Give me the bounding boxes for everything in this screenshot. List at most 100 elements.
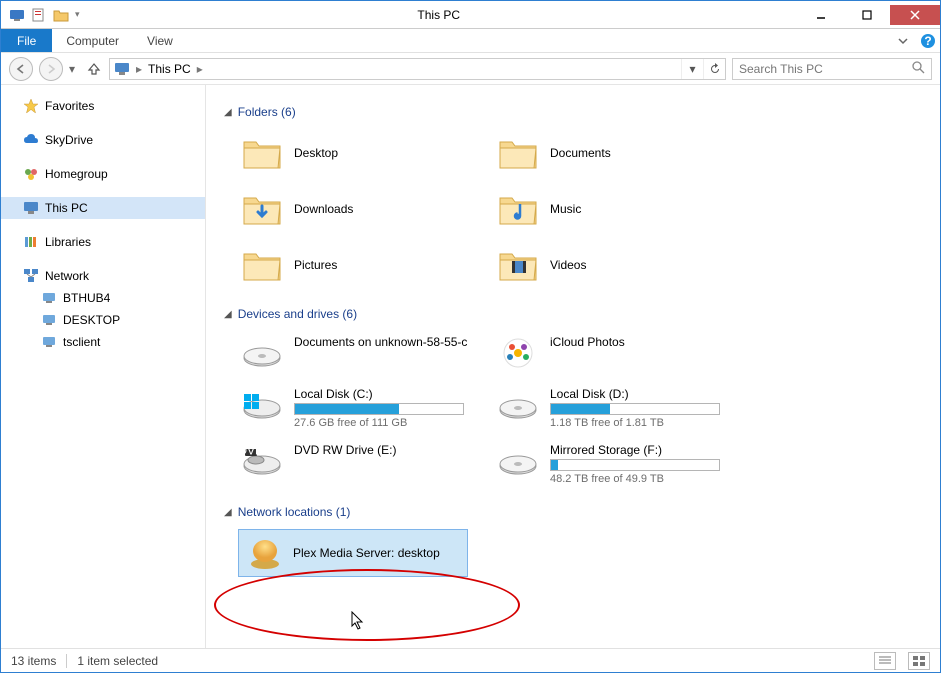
nav-network-child[interactable]: tsclient: [1, 331, 205, 353]
folder-icon: [496, 133, 540, 173]
refresh-button[interactable]: [703, 59, 725, 79]
drive-item[interactable]: Documents on unknown-58-55-c: [238, 331, 478, 375]
content-pane: ◢ Folders (6) Desktop Documents Download…: [206, 85, 940, 648]
breadcrumb-sep[interactable]: ▸: [134, 62, 144, 76]
nav-homegroup[interactable]: Homegroup: [1, 163, 205, 185]
folder-label: Documents: [550, 146, 611, 160]
folder-item[interactable]: Documents: [494, 129, 734, 177]
computer-icon: [41, 312, 57, 328]
capacity-bar: [294, 403, 464, 415]
section-folders[interactable]: ◢ Folders (6): [224, 105, 922, 119]
nav-skydrive[interactable]: SkyDrive: [1, 129, 205, 151]
drives-grid: Documents on unknown-58-55-c iCloud Photo…: [238, 331, 922, 487]
drive-item[interactable]: Mirrored Storage (F:)48.2 TB free of 49.…: [494, 439, 734, 487]
search-box[interactable]: Search This PC: [732, 58, 932, 80]
drive-icon: [496, 385, 540, 425]
folder-icon: [496, 245, 540, 285]
nav-label: Libraries: [45, 235, 91, 249]
folders-grid: Desktop Documents Downloads Music Pictur…: [238, 129, 922, 289]
drive-item[interactable]: Local Disk (C:)27.6 GB free of 111 GB: [238, 383, 478, 431]
drive-label: Mirrored Storage (F:): [550, 443, 732, 457]
computer-icon: [41, 334, 57, 350]
disclose-icon: ◢: [224, 107, 232, 118]
folder-label: Music: [550, 202, 581, 216]
file-tab[interactable]: File: [1, 29, 52, 52]
nav-network[interactable]: Network: [1, 265, 205, 287]
status-selected: 1 item selected: [77, 654, 158, 668]
section-title: Folders (6): [238, 105, 296, 119]
libraries-icon: [23, 234, 39, 250]
drive-icon: [240, 385, 284, 425]
ribbon-tabs: File Computer View ?: [1, 29, 940, 53]
section-drives[interactable]: ◢ Devices and drives (6): [224, 307, 922, 321]
quick-access-toolbar: ▾: [1, 7, 80, 23]
tab-view[interactable]: View: [133, 29, 187, 52]
nav-label: Network: [45, 269, 89, 283]
nav-label: SkyDrive: [45, 133, 93, 147]
cloud-icon: [23, 132, 39, 148]
network-icon: [23, 268, 39, 284]
minimize-button[interactable]: [798, 5, 844, 25]
status-divider: [66, 654, 67, 668]
nav-thispc[interactable]: This PC: [1, 197, 205, 219]
folder-item[interactable]: Music: [494, 185, 734, 233]
drive-label: Documents on unknown-58-55-c: [294, 335, 476, 349]
folder-item[interactable]: Pictures: [238, 241, 478, 289]
nav-label: This PC: [45, 201, 88, 215]
drive-label: DVD RW Drive (E:): [294, 443, 476, 457]
drive-item[interactable]: Local Disk (D:)1.18 TB free of 1.81 TB: [494, 383, 734, 431]
view-icons-button[interactable]: [908, 652, 930, 670]
nav-label: BTHUB4: [63, 291, 110, 305]
address-bar-row: ▾ ▸ This PC ▸ ▾ Search This PC: [1, 53, 940, 85]
qat-properties-icon[interactable]: [31, 7, 47, 23]
help-button[interactable]: ?: [916, 29, 940, 52]
qat-newfolder-icon[interactable]: [53, 7, 69, 23]
netloc-label: Plex Media Server: desktop: [293, 546, 440, 560]
body: Favorites SkyDrive Homegroup This PC: [1, 85, 940, 648]
drive-free: 1.18 TB free of 1.81 TB: [550, 417, 732, 429]
netloc-item[interactable]: Plex Media Server: desktop: [238, 529, 468, 577]
folder-icon: [240, 245, 284, 285]
breadcrumb-sep[interactable]: ▸: [195, 62, 205, 76]
breadcrumb[interactable]: This PC: [144, 62, 195, 76]
drive-item[interactable]: iCloud Photos: [494, 331, 734, 375]
folder-item[interactable]: Videos: [494, 241, 734, 289]
nav-network-child[interactable]: BTHUB4: [1, 287, 205, 309]
disclose-icon: ◢: [224, 507, 232, 518]
section-title: Devices and drives (6): [238, 307, 357, 321]
app-icon: [9, 7, 25, 23]
section-netloc[interactable]: ◢ Network locations (1): [224, 505, 922, 519]
drive-item[interactable]: DVD DVD RW Drive (E:): [238, 439, 478, 487]
view-details-button[interactable]: [874, 652, 896, 670]
ribbon-expand-icon[interactable]: [890, 29, 916, 52]
back-button[interactable]: [9, 57, 33, 81]
drive-icon: [496, 333, 540, 373]
annotation-ellipse: [214, 569, 520, 641]
up-button[interactable]: [85, 60, 103, 78]
address-dropdown-icon[interactable]: ▾: [681, 59, 703, 79]
file-tab-label: File: [17, 34, 36, 48]
maximize-button[interactable]: [844, 5, 890, 25]
history-dropdown-icon[interactable]: ▾: [69, 62, 79, 76]
address-bar[interactable]: ▸ This PC ▸ ▾: [109, 58, 726, 80]
folder-item[interactable]: Desktop: [238, 129, 478, 177]
folder-icon: [240, 133, 284, 173]
folder-item[interactable]: Downloads: [238, 185, 478, 233]
close-button[interactable]: [890, 5, 940, 25]
drive-free: 27.6 GB free of 111 GB: [294, 417, 476, 429]
drive-icon: DVD: [240, 441, 284, 481]
forward-button[interactable]: [39, 57, 63, 81]
navigation-pane: Favorites SkyDrive Homegroup This PC: [1, 85, 206, 648]
folder-label: Videos: [550, 258, 586, 272]
nav-libraries[interactable]: Libraries: [1, 231, 205, 253]
window-controls: [798, 5, 940, 25]
folder-label: Downloads: [294, 202, 353, 216]
nav-label: Homegroup: [45, 167, 108, 181]
status-bar: 13 items 1 item selected: [1, 648, 940, 672]
nav-network-child[interactable]: DESKTOP: [1, 309, 205, 331]
computer-icon: [41, 290, 57, 306]
section-title: Network locations (1): [238, 505, 351, 519]
tab-computer[interactable]: Computer: [52, 29, 133, 52]
nav-favorites[interactable]: Favorites: [1, 95, 205, 117]
star-icon: [23, 98, 39, 114]
